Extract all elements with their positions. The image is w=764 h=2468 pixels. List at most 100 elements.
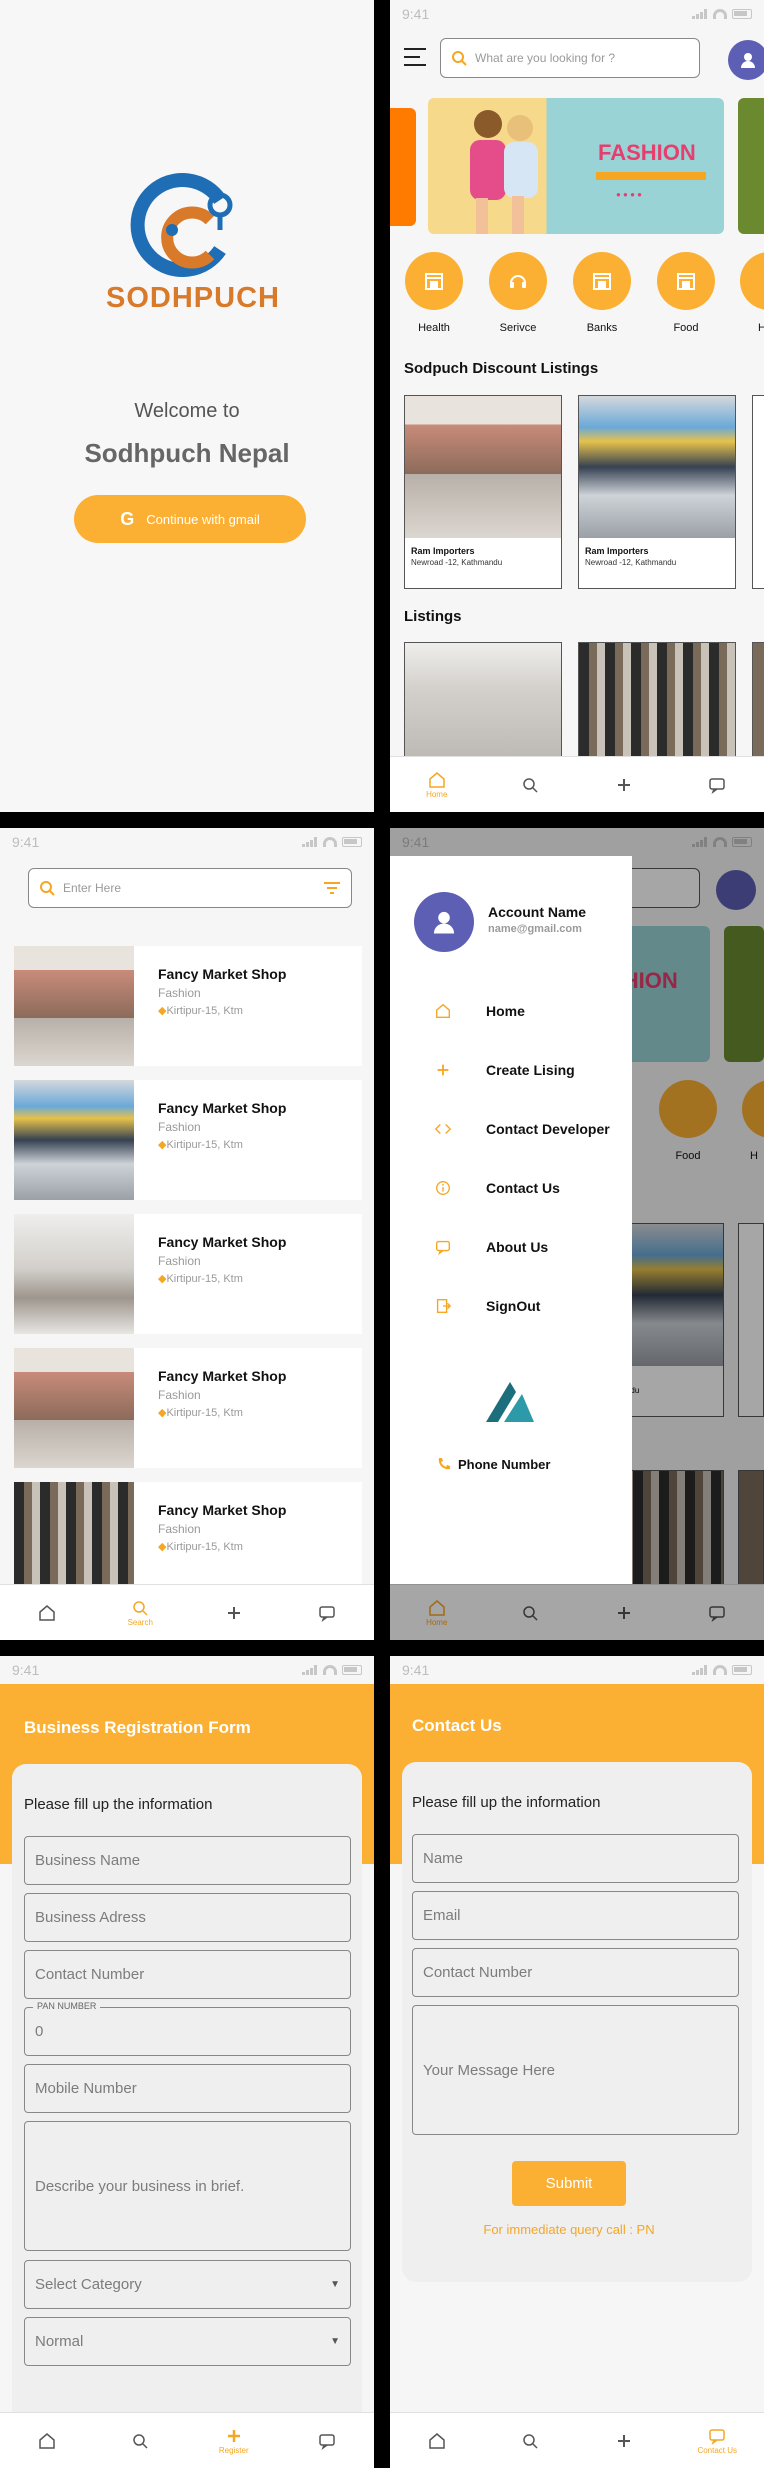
business-address-field[interactable]: Business Adress	[24, 1893, 351, 1942]
pan-number-field[interactable]: PAN NUMBER 0	[24, 2001, 351, 2056]
plus-icon	[437, 1064, 449, 1076]
continue-with-gmail-button[interactable]: G Continue with gmail	[74, 495, 306, 543]
search-icon	[452, 51, 467, 66]
category-partial[interactable]: H	[740, 252, 764, 334]
tab-search[interactable]	[110, 2431, 170, 2451]
chat-icon	[709, 777, 725, 794]
filter-icon[interactable]	[323, 881, 341, 895]
contact-number-field[interactable]: Contact Number	[24, 1950, 351, 1999]
drawer-item-signout[interactable]: SignOut	[434, 1297, 540, 1315]
shop-category: Fashion	[158, 986, 201, 1000]
battery-icon	[732, 9, 752, 19]
shop-name: Fancy Market Shop	[158, 1502, 287, 1518]
battery-icon	[342, 837, 362, 847]
tab-home[interactable]: Home	[407, 770, 467, 799]
message-field[interactable]: Your Message Here	[412, 2005, 739, 2135]
tab-add[interactable]	[594, 775, 654, 795]
tab-search[interactable]: Search	[110, 1598, 170, 1627]
tab-home[interactable]	[17, 2431, 77, 2451]
category-label: Banks	[586, 322, 618, 334]
form-title: Business Registration Form	[24, 1718, 251, 1737]
shop-image	[14, 1348, 134, 1468]
logo-text: SODHPUCH	[106, 282, 280, 314]
building-icon	[677, 273, 695, 290]
fashion-banner[interactable]: FASHION ● ● ● ●	[428, 98, 724, 234]
listing-image-partial[interactable]	[752, 642, 764, 760]
category-row: Health Serivce Banks Food H	[390, 252, 764, 334]
home-search-input[interactable]: What are you looking for ?	[440, 38, 700, 78]
select-category-dropdown[interactable]: Select Category ▼	[24, 2260, 351, 2309]
listing-address: Newroad -12, Kathmandu	[411, 558, 503, 567]
tab-messages[interactable]	[687, 775, 747, 795]
business-description-field[interactable]: Describe your business in brief.	[24, 2121, 351, 2251]
home-icon	[39, 2432, 55, 2449]
category-health[interactable]: Health	[404, 252, 464, 334]
pan-number-value: 0	[35, 2023, 44, 2040]
status-bar: 9:41	[390, 0, 764, 28]
email-field[interactable]: Email	[412, 1891, 739, 1940]
hamburger-menu-icon[interactable]	[404, 48, 426, 66]
tab-add[interactable]	[204, 1603, 264, 1623]
search-icon	[133, 2433, 148, 2449]
chevron-down-icon: ▼	[330, 2279, 340, 2290]
tab-home[interactable]	[17, 1603, 77, 1623]
drawer-item-label: SignOut	[486, 1298, 541, 1314]
business-name-field[interactable]: Business Name	[24, 1836, 351, 1885]
name-field[interactable]: Name	[412, 1834, 739, 1883]
home-icon	[39, 1604, 55, 1621]
search-result-row[interactable]: Fancy Market Shop Fashion ◆Kirtipur-15, Kt…	[14, 1348, 362, 1468]
tab-messages[interactable]	[297, 2431, 357, 2451]
discount-card-partial[interactable]	[752, 395, 764, 589]
splash-screen: SODHPUCH Welcome to Sodhpuch Nepal G Con…	[0, 0, 374, 812]
banner-title: FASHION	[598, 140, 696, 165]
mobile-number-field[interactable]: Mobile Number	[24, 2064, 351, 2113]
discount-card[interactable]: Ram Importers Newroad -12, Kathmandu	[578, 395, 736, 589]
banner-prev[interactable]	[390, 108, 416, 226]
status-bar: 9:41	[0, 1656, 374, 1684]
shop-image	[14, 946, 134, 1066]
banner-icons: ● ● ● ●	[616, 190, 642, 199]
listing-image[interactable]	[578, 642, 736, 760]
category-banks[interactable]: Banks	[572, 252, 632, 334]
status-time: 9:41	[12, 1662, 40, 1678]
drawer-item-home[interactable]: Home	[434, 1002, 525, 1020]
category-service[interactable]: Serivce	[488, 252, 548, 334]
status-time: 9:41	[402, 6, 430, 22]
search-input[interactable]: Enter Here	[28, 868, 352, 908]
listing-image[interactable]	[404, 642, 562, 760]
drawer-item-contact-developer[interactable]: Contact Developer	[434, 1120, 610, 1138]
tab-home[interactable]	[407, 2431, 467, 2451]
drawer-item-about-us[interactable]: About Us	[434, 1238, 548, 1256]
submit-button[interactable]: Submit	[512, 2161, 626, 2206]
shop-name: Fancy Market Shop	[158, 1368, 287, 1384]
tab-contact-label: Contact Us	[697, 2446, 738, 2455]
tab-add[interactable]	[594, 2431, 654, 2451]
tab-messages[interactable]	[297, 1603, 357, 1623]
listing-address: Newroad -12, Kathmandu	[585, 558, 677, 567]
shop-location: Kirtipur-15, Ktm	[166, 1139, 243, 1151]
logout-icon	[436, 1299, 452, 1313]
user-icon	[741, 53, 755, 68]
tab-contact-us[interactable]: Contact Us	[687, 2426, 747, 2455]
category-food[interactable]: Food	[656, 252, 716, 334]
search-placeholder: Enter Here	[63, 881, 122, 895]
search-result-row[interactable]: Fancy Market Shop Fashion ◆Kirtipur-15, Kt…	[14, 1080, 362, 1200]
search-result-row[interactable]: Fancy Market Shop Fashion ◆Kirtipur-15, Kt…	[14, 1214, 362, 1334]
drawer-item-contact-us[interactable]: Contact Us	[434, 1179, 560, 1197]
profile-avatar[interactable]	[728, 40, 764, 80]
contact-number-field[interactable]: Contact Number	[412, 1948, 739, 1997]
shop-name: Fancy Market Shop	[158, 1100, 287, 1116]
app-name: Sodhpuch Nepal	[84, 438, 290, 468]
tab-register[interactable]: Register	[204, 2426, 264, 2455]
drawer-item-create-listing[interactable]: Create Lising	[434, 1061, 575, 1079]
status-bar: 9:41	[390, 1656, 764, 1684]
tab-search[interactable]	[500, 775, 560, 795]
tab-search[interactable]	[500, 2431, 560, 2451]
search-result-row[interactable]: Fancy Market Shop Fashion ◆Kirtipur-15, Kt…	[14, 946, 362, 1066]
listing-type-dropdown[interactable]: Normal ▼	[24, 2317, 351, 2366]
banner-next[interactable]	[738, 98, 764, 234]
shop-image	[14, 1214, 134, 1334]
phone-number[interactable]: Phone Number	[436, 1456, 550, 1472]
wifi-icon	[323, 1665, 337, 1675]
discount-card[interactable]: Ram Importers Newroad -12, Kathmandu	[404, 395, 562, 589]
